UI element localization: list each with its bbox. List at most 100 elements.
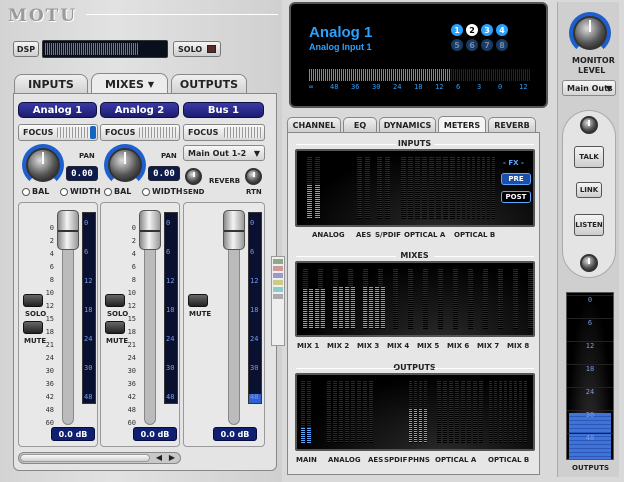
mixes-label: MIX 1 bbox=[297, 342, 320, 350]
mixes-label: MIX 4 bbox=[387, 342, 410, 350]
tab-reverb[interactable]: REVERB bbox=[488, 117, 536, 132]
meter-channel-dim bbox=[423, 269, 428, 329]
fader-tick: 24 bbox=[127, 354, 136, 362]
tab-outputs[interactable]: OUTPUTS bbox=[171, 74, 247, 93]
bal-radio[interactable]: BAL bbox=[104, 187, 131, 196]
display-scale: ∞ 48 36 30 24 18 12 6 3 0 12 bbox=[309, 83, 531, 92]
meter-channel-level bbox=[424, 408, 427, 443]
width-radio[interactable]: WIDTH bbox=[60, 187, 101, 196]
fx-post-button[interactable]: POST bbox=[501, 191, 531, 203]
fader-cap[interactable] bbox=[223, 210, 245, 250]
pan-knob[interactable] bbox=[108, 148, 142, 182]
strip-name[interactable]: Bus 1 bbox=[183, 102, 264, 118]
inputs-label-aes: AES bbox=[356, 231, 372, 239]
listen-button[interactable]: LISTEN bbox=[574, 214, 604, 236]
fx-pre-button[interactable]: PRE bbox=[501, 173, 531, 185]
tab-inputs[interactable]: INPUTS bbox=[14, 74, 88, 93]
fader-tick: 12 bbox=[45, 302, 54, 310]
meter-channel-dim bbox=[443, 381, 447, 443]
outputs-label-phns: PHNS bbox=[408, 456, 430, 464]
tab-meters[interactable]: METERS bbox=[438, 116, 486, 133]
focus-label: FOCUS bbox=[105, 128, 136, 137]
meter-tick: 6 bbox=[166, 248, 171, 256]
divider bbox=[434, 368, 534, 369]
return-label: RTN bbox=[246, 188, 262, 196]
page-button[interactable]: 3 bbox=[481, 24, 493, 36]
meter-tick: 0 bbox=[84, 219, 89, 227]
meter-channel-level bbox=[315, 289, 319, 329]
link-button[interactable]: LINK bbox=[576, 182, 602, 198]
talkback-knob[interactable] bbox=[580, 116, 598, 134]
tab-channel[interactable]: CHANNEL bbox=[287, 117, 341, 132]
page-button[interactable]: 8 bbox=[496, 39, 508, 51]
meter-channel-level bbox=[419, 408, 422, 443]
strip-name[interactable]: Analog 2 bbox=[100, 102, 179, 118]
outputs-label-optical-a: OPTICAL A bbox=[435, 456, 477, 464]
tab-mixes[interactable]: MIXES ▼ bbox=[91, 73, 168, 94]
page-button[interactable]: 6 bbox=[466, 39, 478, 51]
bal-radio-dot bbox=[22, 187, 30, 196]
monitor-panel: MONITOR LEVEL Main Outs ▼ TALK LINK LISTE… bbox=[557, 2, 619, 477]
meter-channel-level bbox=[409, 408, 412, 443]
pan-value: 0.00 bbox=[66, 166, 98, 181]
pan-knob[interactable] bbox=[26, 148, 60, 182]
outputs-label-main: MAIN bbox=[296, 456, 317, 464]
inputs-label-analog: ANALOG bbox=[312, 231, 345, 239]
fader-tick: 4 bbox=[131, 250, 136, 258]
meter-channel-level bbox=[307, 184, 312, 219]
meter-channel-dim bbox=[436, 157, 441, 219]
scroll-right-icon[interactable]: ▶ bbox=[166, 453, 178, 463]
page-button[interactable]: 5 bbox=[451, 39, 463, 51]
horizontal-scrollbar[interactable]: ◀ ▶ bbox=[18, 452, 181, 464]
fader-cap[interactable] bbox=[57, 210, 79, 250]
monitor-output-dropdown[interactable]: Main Outs ▼ bbox=[562, 80, 616, 96]
page-button[interactable]: 2 bbox=[466, 24, 478, 36]
solo-strip-button[interactable] bbox=[23, 294, 43, 307]
send-knob[interactable] bbox=[185, 168, 202, 185]
solo-indicator bbox=[207, 45, 216, 53]
talk-button[interactable]: TALK bbox=[574, 146, 604, 168]
page-button[interactable]: 1 bbox=[451, 24, 463, 36]
scroll-left-icon[interactable]: ◀ bbox=[153, 453, 165, 463]
return-knob[interactable] bbox=[245, 168, 262, 185]
meter-channel-dim bbox=[429, 157, 434, 219]
fader-tick: 10 bbox=[127, 289, 136, 297]
focus-button[interactable]: FOCUS bbox=[18, 124, 98, 141]
page-button[interactable]: 7 bbox=[481, 39, 493, 51]
focus-button[interactable]: FOCUS bbox=[100, 124, 180, 141]
focus-button[interactable]: FOCUS bbox=[183, 124, 265, 141]
meter-channel-level bbox=[414, 408, 417, 443]
bal-radio[interactable]: BAL bbox=[22, 187, 49, 196]
fader-cap[interactable] bbox=[139, 210, 161, 250]
tab-eq[interactable]: EQ bbox=[343, 117, 377, 132]
page-button[interactable]: 4 bbox=[496, 24, 508, 36]
solo-strip-button[interactable] bbox=[105, 294, 125, 307]
chevron-down-icon: ▼ bbox=[605, 83, 612, 93]
mute-button[interactable] bbox=[105, 321, 125, 334]
width-radio[interactable]: WIDTH bbox=[142, 187, 183, 196]
mixer-panel: MOTU DSP SOLO INPUTS MIXES ▼ OUTPUTS Ana… bbox=[0, 0, 282, 482]
fader-tick: 30 bbox=[127, 367, 136, 375]
meter-channel-dim bbox=[415, 157, 420, 219]
divider bbox=[296, 256, 396, 257]
dsp-button[interactable]: DSP bbox=[13, 41, 39, 57]
mixes-label: MIX 6 bbox=[447, 342, 470, 350]
monitor-level-knob[interactable] bbox=[573, 16, 607, 50]
fader-tick: 60 bbox=[127, 419, 136, 427]
meter-channel-dim bbox=[513, 269, 518, 329]
scrollbar-thumb[interactable] bbox=[20, 454, 150, 462]
tab-dynamics[interactable]: DYNAMICS bbox=[379, 117, 436, 132]
fader-tick: 8 bbox=[131, 276, 136, 284]
meter-tick: 30 bbox=[250, 364, 259, 372]
meter-channel-dim bbox=[519, 381, 522, 443]
channel-strip-bus-1: Bus 1 FOCUS Main Out 1-2 ▼ SEND REVERB RT… bbox=[183, 102, 266, 447]
solo-button[interactable]: SOLO bbox=[173, 41, 221, 57]
mute-button[interactable] bbox=[188, 294, 208, 307]
meter-channel-dim bbox=[363, 381, 367, 443]
bus-routing-dropdown[interactable]: Main Out 1-2 ▼ bbox=[183, 145, 265, 161]
level-label: LEVEL bbox=[578, 66, 606, 75]
listenback-knob[interactable] bbox=[580, 254, 598, 272]
fader-tick: 2 bbox=[131, 237, 136, 245]
mute-button[interactable] bbox=[23, 321, 43, 334]
strip-name[interactable]: Analog 1 bbox=[18, 102, 97, 118]
